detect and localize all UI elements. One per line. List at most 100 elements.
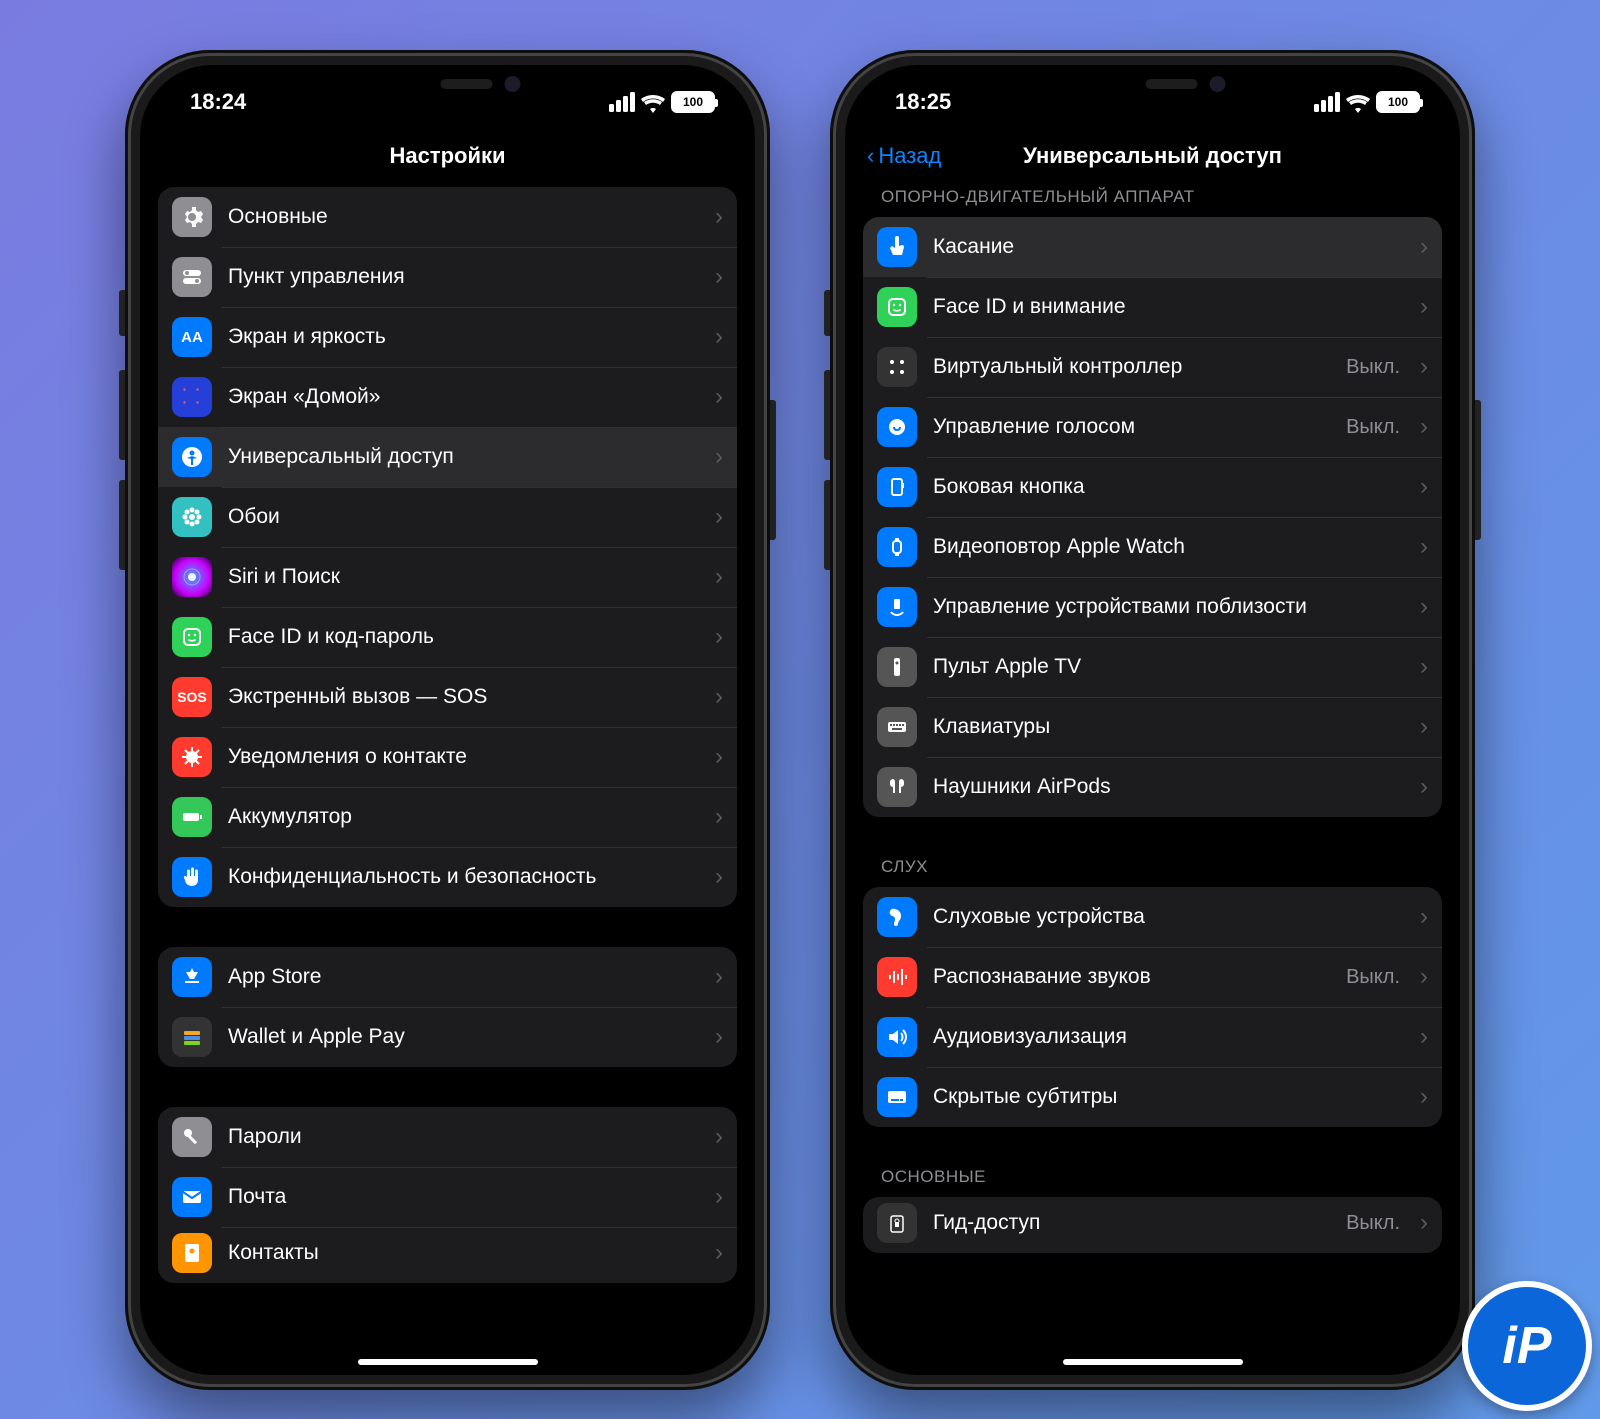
chevron-right-icon: › [715, 963, 723, 991]
row-label: Экстренный вызов — SOS [228, 684, 699, 710]
row-face-attn[interactable]: Face ID и внимание› [863, 277, 1442, 337]
row-label: Почта [228, 1184, 699, 1210]
row-home-screen[interactable]: Экран «Домой» › [158, 367, 737, 427]
row-mail[interactable]: Почта› [158, 1167, 737, 1227]
row-label: Уведомления о контакте [228, 744, 699, 770]
row-nearby-devices[interactable]: Управление устройствами поблизости› [863, 577, 1442, 637]
side-icon [877, 467, 917, 507]
chevron-right-icon: › [715, 383, 723, 411]
aa-icon: AA [172, 317, 212, 357]
row-label: Face ID и внимание [933, 294, 1404, 320]
row-wallpaper[interactable]: Обои› [158, 487, 737, 547]
row-value: Выкл. [1346, 416, 1400, 439]
row-hearing[interactable]: Слуховые устройства › [863, 887, 1442, 947]
row-faceid[interactable]: Face ID и код-пароль› [158, 607, 737, 667]
phone-right: 18:25 100 ‹ Назад Универсальный доступ О… [830, 50, 1475, 1390]
chevron-right-icon: › [715, 743, 723, 771]
chevron-right-icon: › [715, 1123, 723, 1151]
watch-icon [877, 527, 917, 567]
watermark-logo: iP [1462, 1281, 1592, 1411]
row-label: Касание [933, 234, 1404, 260]
chevron-right-icon: › [715, 563, 723, 591]
sos-icon: SOS [172, 677, 212, 717]
row-label: Конфиденциальность и безопасность [228, 864, 699, 890]
row-exposure[interactable]: Уведомления о контакте › [158, 727, 737, 787]
row-voice-control[interactable]: Управление голосомВыкл.› [863, 397, 1442, 457]
row-label: Слуховые устройства [933, 904, 1404, 930]
settings-group: Слуховые устройства › Распознавание звуков… [863, 887, 1442, 1127]
gear-icon [172, 197, 212, 237]
row-contacts[interactable]: Контакты› [158, 1227, 737, 1283]
chevron-right-icon: › [1420, 713, 1428, 741]
row-accessibility[interactable]: Универсальный доступ› [158, 427, 737, 487]
row-wallet[interactable]: Wallet и Apple Pay › [158, 1007, 737, 1067]
back-button[interactable]: ‹ Назад [867, 143, 941, 169]
chevron-right-icon: › [1420, 353, 1428, 381]
chevron-right-icon: › [715, 683, 723, 711]
key-icon [172, 1117, 212, 1157]
home-indicator[interactable] [1063, 1359, 1243, 1365]
accessibility-list[interactable]: Опорно-двигательный аппаратКасание›Face … [845, 187, 1460, 1375]
row-airpods[interactable]: Наушники AirPods › [863, 757, 1442, 817]
settings-list[interactable]: Основные›Пункт управления›AAЭкран и ярко… [140, 187, 755, 1375]
chevron-right-icon: › [715, 323, 723, 351]
keyboard-icon [877, 707, 917, 747]
row-sos[interactable]: SOS Экстренный вызов — SOS › [158, 667, 737, 727]
row-label: Экран и яркость [228, 324, 699, 350]
row-siri[interactable]: Siri и Поиск› [158, 547, 737, 607]
row-virtual-controller[interactable]: Виртуальный контроллер Выкл. › [863, 337, 1442, 397]
group-header: Слух [863, 857, 1442, 887]
row-display[interactable]: AA Экран и яркость › [158, 307, 737, 367]
row-label: Управление устройствами поблизости [933, 594, 1404, 620]
row-label: Пункт управления [228, 264, 699, 290]
chevron-right-icon: › [1420, 1083, 1428, 1111]
row-label: Распознавание звуков [933, 964, 1330, 990]
chevron-right-icon: › [1420, 903, 1428, 931]
chevron-right-icon: › [1420, 1023, 1428, 1051]
row-touch[interactable]: Касание› [863, 217, 1442, 277]
row-sound-recog[interactable]: Распознавание звуковВыкл.› [863, 947, 1442, 1007]
row-label: Основные [228, 204, 699, 230]
row-label: Наушники AirPods [933, 774, 1404, 800]
speaker-icon [877, 1017, 917, 1057]
page-title: Универсальный доступ [1023, 143, 1282, 169]
row-control-center[interactable]: Пункт управления› [158, 247, 737, 307]
chevron-right-icon: › [1420, 773, 1428, 801]
nearby-icon [877, 587, 917, 627]
row-guided-access[interactable]: Гид-доступВыкл.› [863, 1197, 1442, 1253]
row-app-store[interactable]: App Store › [158, 947, 737, 1007]
touch-icon [877, 227, 917, 267]
settings-group: Гид-доступВыкл.› [863, 1197, 1442, 1253]
settings-group: Касание›Face ID и внимание›Виртуальный к… [863, 217, 1442, 817]
row-privacy[interactable]: Конфиденциальность и безопасность › [158, 847, 737, 907]
row-apple-tv-remote[interactable]: Пульт Apple TV› [863, 637, 1442, 697]
virus-icon [172, 737, 212, 777]
row-passwords[interactable]: Пароли› [158, 1107, 737, 1167]
cellular-icon [609, 92, 635, 112]
battery-icon: 100 [1376, 91, 1420, 113]
home-indicator[interactable] [358, 1359, 538, 1365]
row-general[interactable]: Основные› [158, 187, 737, 247]
status-time: 18:25 [895, 89, 951, 115]
group-header: Основные [863, 1167, 1442, 1197]
row-value: Выкл. [1346, 1212, 1400, 1235]
wifi-icon [1346, 93, 1370, 111]
chevron-right-icon: › [715, 863, 723, 891]
row-watch-mirror[interactable]: Видеоповтор Apple Watch› [863, 517, 1442, 577]
row-subtitles[interactable]: Скрытые субтитры› [863, 1067, 1442, 1127]
row-value: Выкл. [1346, 356, 1400, 379]
row-battery[interactable]: Аккумулятор› [158, 787, 737, 847]
chevron-right-icon: › [715, 623, 723, 651]
row-side-button[interactable]: Боковая кнопка› [863, 457, 1442, 517]
chevron-left-icon: ‹ [867, 143, 874, 169]
row-audio-visual[interactable]: Аудиовизуализация› [863, 1007, 1442, 1067]
row-label: App Store [228, 964, 699, 990]
wifi-icon [641, 93, 665, 111]
row-label: Аккумулятор [228, 804, 699, 830]
row-label: Виртуальный контроллер [933, 354, 1330, 380]
chevron-right-icon: › [715, 1023, 723, 1051]
sound-icon [877, 957, 917, 997]
row-keyboards[interactable]: Клавиатуры› [863, 697, 1442, 757]
row-label: Экран «Домой» [228, 384, 699, 410]
row-label: Wallet и Apple Pay [228, 1024, 699, 1050]
